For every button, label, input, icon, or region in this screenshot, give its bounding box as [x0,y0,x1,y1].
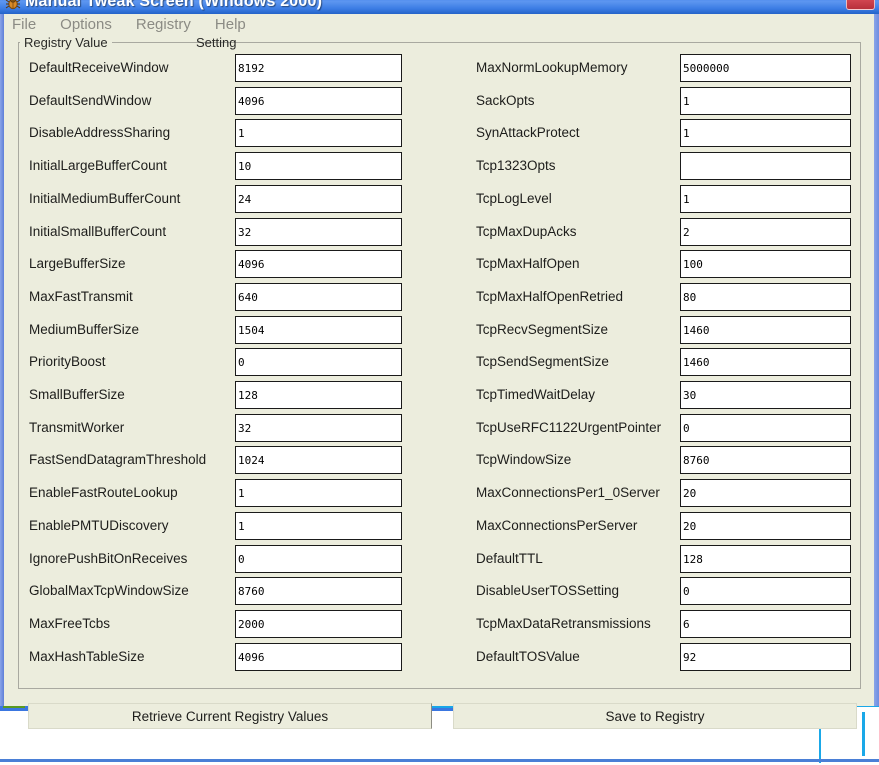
registry-value-label: Tcp1323Opts [476,158,556,174]
registry-value-label: DefaultTTL [476,550,543,566]
registry-value-label: TcpMaxDupAcks [476,223,577,239]
registry-row: SynAttackProtect [4,119,879,151]
menu-item-file[interactable]: File [12,16,36,33]
setting-input[interactable] [680,86,851,115]
setting-input[interactable] [680,184,851,213]
bottom-blue-band [0,759,879,762]
registry-value-label: TcpTimedWaitDelay [476,387,596,402]
retrieve-registry-values-button[interactable]: Retrieve Current Registry Values [28,703,432,729]
registry-row: TcpRecvSegmentSize [4,315,879,348]
menu-item-registry[interactable]: Registry [136,16,191,33]
setting-input[interactable] [680,413,851,442]
window-controls: ⌃ [846,0,875,10]
registry-row: TcpUseRFC1122UrgentPointer [4,413,879,446]
setting-input[interactable] [680,544,851,573]
setting-input[interactable] [680,609,851,638]
registry-value-label: DisableUserTOSSetting [476,583,620,599]
setting-input[interactable] [680,642,851,671]
setting-input[interactable] [680,381,851,409]
menu-item-options[interactable]: Options [60,16,112,33]
window-title: Manual Tweak Screen (Windows 2000) [25,0,323,10]
groupbox-legend-setting: Setting [196,35,237,50]
setting-input[interactable] [680,348,851,377]
registry-value-label: TcpRecvSegmentSize [476,321,609,337]
save-to-registry-button[interactable]: Save to Registry [453,703,857,729]
setting-input[interactable] [680,479,851,508]
registry-row: TcpSendSegmentSize [4,348,879,380]
title-bar[interactable]: Manual Tweak Screen (Windows 2000) ⌃ [0,0,879,14]
registry-row: MaxConnectionsPerServer [4,511,879,544]
setting-input[interactable] [680,511,851,540]
close-button[interactable]: ⌃ [846,0,875,10]
registry-row: DefaultTOSValue [4,642,879,675]
registry-row: Tcp1323Opts [4,152,879,184]
registry-row: TcpMaxHalfOpen [4,250,879,282]
registry-row: TcpMaxHalfOpenRetried [4,282,879,315]
menu-item-help[interactable]: Help [215,16,246,33]
registry-row: TcpTimedWaitDelay [4,381,879,413]
registry-row: MaxNormLookupMemory [4,54,879,86]
setting-input[interactable] [680,315,851,344]
setting-input[interactable] [680,446,851,475]
registry-value-label: TcpMaxHalfOpen [476,256,580,272]
registry-row: TcpMaxDataRetransmissions [4,609,879,642]
registry-value-label: TcpSendSegmentSize [476,354,609,370]
setting-input[interactable] [680,217,851,246]
manual-tweak-window: Manual Tweak Screen (Windows 2000) ⌃ Fil… [0,0,879,729]
setting-input[interactable] [680,250,851,279]
right-column-rows: MaxNormLookupMemory SackOpts SynAttackProt… [4,14,879,730]
client-area: File Options Registry Help Registry Valu… [4,14,874,729]
registry-value-label: MaxNormLookupMemory [476,60,628,75]
registry-value-label: SynAttackProtect [476,125,580,141]
action-button-row: Retrieve Current Registry Values Save to… [4,703,879,729]
bug-icon [5,0,21,11]
setting-input[interactable] [680,282,851,311]
menu-bar: File Options Registry Help [4,14,874,35]
groupbox-legend-registry-value: Registry Value [20,35,112,50]
close-chevron-icon: ⌃ [855,0,866,7]
registry-value-label: TcpLogLevel [476,190,552,206]
registry-row: TcpWindowSize [4,446,879,478]
registry-row: TcpMaxDupAcks [4,217,879,250]
registry-row: DisableUserTOSSetting [4,577,879,609]
registry-value-label: TcpWindowSize [476,452,572,468]
registry-value-label: TcpMaxHalfOpenRetried [476,288,624,304]
setting-input[interactable] [680,577,851,606]
registry-value-label: TcpMaxDataRetransmissions [476,615,651,631]
registry-value-label: SackOpts [476,92,535,108]
registry-row: DefaultTTL [4,544,879,577]
registry-value-label: MaxConnectionsPer1_0Server [476,485,660,501]
desktop-background: Manual Tweak Screen (Windows 2000) ⌃ Fil… [0,0,879,765]
registry-value-label: MaxConnectionsPerServer [476,517,638,533]
setting-input[interactable] [680,119,851,148]
registry-row: SackOpts [4,86,879,119]
registry-row: TcpLogLevel [4,184,879,217]
registry-value-label: DefaultTOSValue [476,648,580,664]
setting-input[interactable] [680,152,851,181]
setting-input[interactable] [680,54,851,82]
registry-value-label: TcpUseRFC1122UrgentPointer [476,419,662,435]
registry-row: MaxConnectionsPer1_0Server [4,479,879,511]
